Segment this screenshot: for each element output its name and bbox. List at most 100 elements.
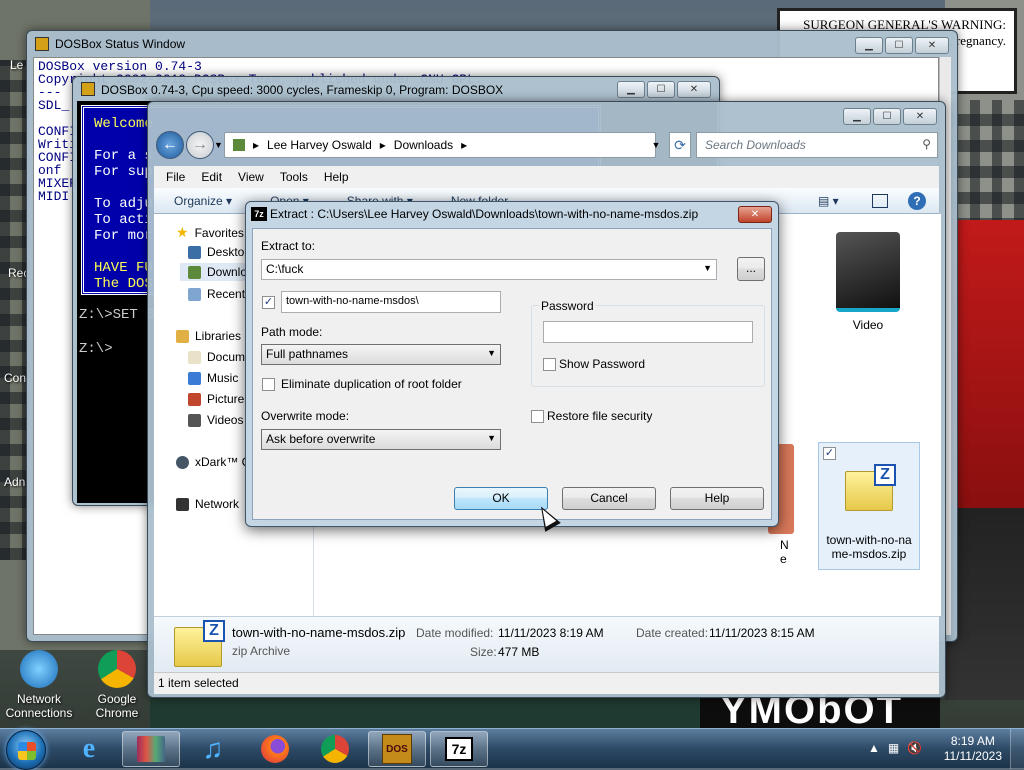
- menu-file[interactable]: File: [166, 170, 185, 184]
- desktop-label-fragment: Le: [10, 58, 24, 72]
- menu-edit[interactable]: Edit: [201, 170, 222, 184]
- nav-videos[interactable]: Videos: [188, 413, 243, 427]
- dos-prompt: Z:\>SET B: [79, 307, 155, 323]
- desktop-icon-label: Google Chrome: [95, 692, 139, 720]
- taskbar-dosbox[interactable]: DOS: [368, 731, 426, 767]
- password-group: [531, 305, 765, 387]
- taskbar-itunes[interactable]: ♫: [184, 731, 242, 767]
- taskbar-winrar[interactable]: [122, 731, 180, 767]
- menu-help[interactable]: Help: [324, 170, 349, 184]
- nav-desktop[interactable]: Desktop: [188, 245, 251, 259]
- chevron-down-icon[interactable]: ▼: [487, 348, 496, 358]
- file-item-video[interactable]: Video: [822, 226, 914, 332]
- nav-recent[interactable]: Recent: [188, 287, 245, 301]
- nav-pictures[interactable]: Pictures: [188, 392, 250, 406]
- nav-network[interactable]: Network: [176, 497, 239, 511]
- close-button[interactable]: ✕: [738, 206, 772, 223]
- window-title: DOSBox Status Window: [55, 37, 186, 51]
- breadcrumb-item-user[interactable]: Lee Harvey Oswald: [267, 138, 372, 152]
- dosbox-icon: [81, 82, 95, 96]
- folder-icon: [233, 139, 245, 151]
- close-button[interactable]: ✕: [915, 37, 949, 54]
- start-button[interactable]: [6, 730, 46, 770]
- recent-pages-dropdown[interactable]: ▼: [214, 140, 223, 150]
- taskbar-7zip[interactable]: 7z: [430, 731, 488, 767]
- restore-security-checkbox[interactable]: [531, 410, 544, 423]
- back-button[interactable]: ←: [156, 131, 184, 159]
- minimize-button[interactable]: ▁: [855, 37, 883, 54]
- maximize-button[interactable]: ☐: [873, 108, 901, 125]
- show-password-checkbox[interactable]: [543, 358, 556, 371]
- nav-music[interactable]: Music: [188, 371, 238, 385]
- close-button[interactable]: ✕: [903, 108, 937, 125]
- caption-buttons: ▁ ☐ ✕: [855, 37, 949, 54]
- refresh-button[interactable]: ⟳: [669, 132, 691, 158]
- downloads-icon: [188, 265, 201, 279]
- maximize-button[interactable]: ☐: [885, 37, 913, 54]
- path-mode-label: Path mode:: [261, 325, 323, 339]
- view-options-button[interactable]: ▤ ▾: [818, 194, 839, 208]
- forward-button[interactable]: →: [186, 131, 214, 159]
- minimize-button[interactable]: ▁: [843, 108, 871, 125]
- chevron-down-icon[interactable]: ▼: [487, 433, 496, 443]
- subfolder-checkbox[interactable]: ✓: [262, 296, 275, 309]
- minimize-button[interactable]: ▁: [617, 81, 645, 98]
- extract-to-combobox[interactable]: C:\fuck ▼: [261, 259, 717, 280]
- menu-view[interactable]: View: [238, 170, 264, 184]
- file-item-zip[interactable]: ✓ Z town-with-no-name-msdos.zip: [818, 442, 920, 570]
- taskbar-chrome[interactable]: [306, 731, 364, 767]
- eliminate-duplication-checkbox[interactable]: [262, 378, 275, 391]
- dialog-title: Extract : C:\Users\Lee Harvey Oswald\Dow…: [270, 207, 699, 221]
- details-pane: Z town-with-no-name-msdos.zip zip Archiv…: [154, 616, 939, 672]
- overwrite-mode-select[interactable]: Ask before overwrite ▼: [261, 429, 501, 450]
- nav-libraries[interactable]: Libraries: [176, 329, 241, 343]
- help-button[interactable]: Help: [670, 487, 764, 510]
- details-created-value: 11/11/2023 8:15 AM: [709, 626, 815, 640]
- path-mode-select[interactable]: Full pathnames ▼: [261, 344, 501, 365]
- password-input[interactable]: [543, 321, 753, 343]
- nav-xdark[interactable]: xDark™ C: [176, 455, 250, 469]
- taskbar-firefox[interactable]: [246, 731, 304, 767]
- organize-button[interactable]: Organize ▾: [174, 194, 232, 208]
- desktop-icon: [188, 245, 201, 259]
- chrome-icon: [98, 650, 136, 688]
- chrome-icon: [321, 735, 349, 763]
- password-label: Password: [539, 299, 596, 313]
- browse-button[interactable]: ...: [737, 257, 765, 281]
- star-icon: ★: [176, 224, 189, 240]
- status-bar: 1 item selected: [154, 672, 939, 694]
- desktop-icon-network-connections[interactable]: Network Connections: [4, 650, 74, 720]
- address-bar[interactable]: ▸ Lee Harvey Oswald ▸ Downloads ▸: [224, 132, 656, 158]
- subfolder-input[interactable]: town-with-no-name-msdos\: [281, 291, 501, 313]
- taskbar-internet-explorer[interactable]: e: [60, 731, 118, 767]
- search-placeholder: Search Downloads: [705, 138, 806, 152]
- file-select-checkbox[interactable]: ✓: [823, 447, 836, 460]
- close-button[interactable]: ✕: [677, 81, 711, 98]
- maximize-button[interactable]: ☐: [647, 81, 675, 98]
- desktop-icon-google-chrome[interactable]: Google Chrome: [82, 650, 152, 720]
- menu-tools[interactable]: Tools: [280, 170, 308, 184]
- window-title: DOSBox 0.74-3, Cpu speed: 3000 cycles, F…: [101, 83, 504, 97]
- details-created-label: Date created:: [636, 626, 709, 640]
- preview-pane-button[interactable]: [872, 194, 888, 208]
- nav-favorites[interactable]: ★ Favorites: [176, 224, 244, 241]
- help-icon[interactable]: ?: [908, 192, 926, 210]
- search-icon[interactable]: ⚲: [922, 137, 931, 151]
- ok-button[interactable]: OK: [454, 487, 548, 510]
- desktop-icon-label: Network Connections: [5, 692, 73, 720]
- volume-muted-icon[interactable]: 🔇: [907, 741, 922, 755]
- show-desktop-button[interactable]: [1010, 729, 1024, 769]
- cancel-button[interactable]: Cancel: [562, 487, 656, 510]
- show-hidden-icons-icon[interactable]: ▲: [868, 741, 880, 755]
- network-icon[interactable]: ▦: [888, 741, 899, 755]
- chevron-down-icon[interactable]: ▼: [703, 263, 712, 273]
- clock[interactable]: 8:19 AM 11/11/2023: [944, 734, 1002, 764]
- libraries-icon: [176, 329, 189, 343]
- extract-dialog[interactable]: 7z Extract : C:\Users\Lee Harvey Oswald\…: [245, 201, 779, 527]
- search-input[interactable]: Search Downloads ⚲: [696, 132, 938, 158]
- file-name: Video: [852, 318, 884, 332]
- documents-icon: [188, 350, 201, 364]
- dosbox-icon: DOS: [382, 734, 412, 764]
- breadcrumb-item-downloads[interactable]: Downloads: [394, 138, 453, 152]
- address-history-dropdown[interactable]: ▼: [646, 132, 666, 158]
